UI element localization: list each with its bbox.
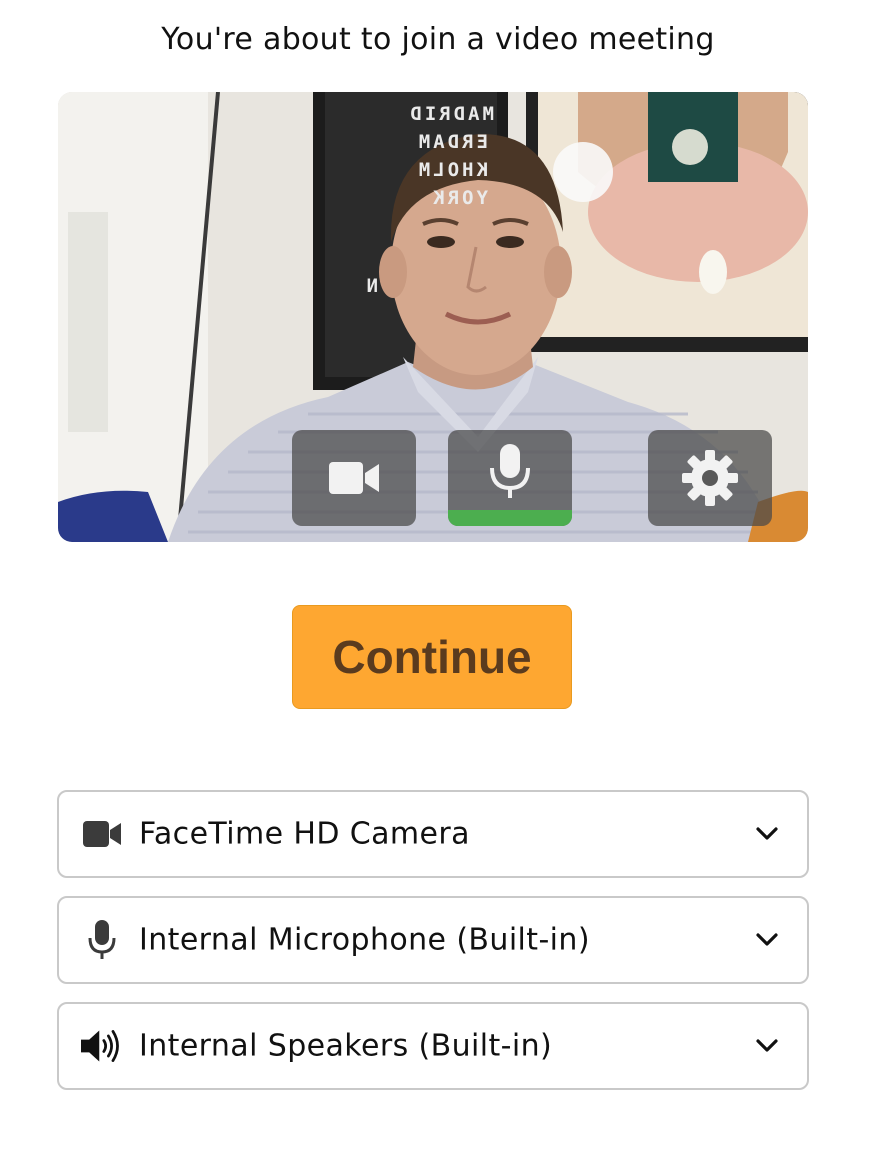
continue-button[interactable]: Continue (292, 605, 572, 709)
microphone-select-value: Internal Microphone (Built-in) (139, 922, 590, 958)
speakers-select[interactable]: Internal Speakers (Built-in) (57, 1002, 809, 1090)
settings-button[interactable] (648, 430, 772, 526)
camera-select-value: FaceTime HD Camera (139, 816, 470, 852)
page-title: You're about to join a video meeting (161, 22, 715, 57)
gear-icon (682, 450, 738, 506)
poster-text-line: ERDAM (416, 131, 488, 153)
camera-select[interactable]: FaceTime HD Camera (57, 790, 809, 878)
chevron-down-icon (756, 1039, 778, 1052)
poster-text-line: N (364, 275, 378, 297)
video-camera-icon (81, 814, 123, 854)
poster-text-line: KHOLM (416, 159, 488, 181)
poster-text-line: MADRID (407, 103, 494, 125)
toggle-microphone-button[interactable] (448, 430, 572, 526)
camera-preview: MADRID ERDAM KHOLM YORK N (58, 92, 808, 542)
chevron-down-icon (756, 827, 778, 840)
video-camera-icon (329, 462, 379, 494)
toggle-camera-button[interactable] (292, 430, 416, 526)
speaker-icon (81, 1026, 123, 1066)
microphone-icon (81, 920, 123, 960)
microphone-icon (490, 444, 530, 499)
chevron-down-icon (756, 933, 778, 946)
poster-text-line: YORK (430, 187, 488, 209)
speakers-select-value: Internal Speakers (Built-in) (139, 1028, 553, 1064)
mic-level-meter (448, 510, 572, 526)
microphone-select[interactable]: Internal Microphone (Built-in) (57, 896, 809, 984)
